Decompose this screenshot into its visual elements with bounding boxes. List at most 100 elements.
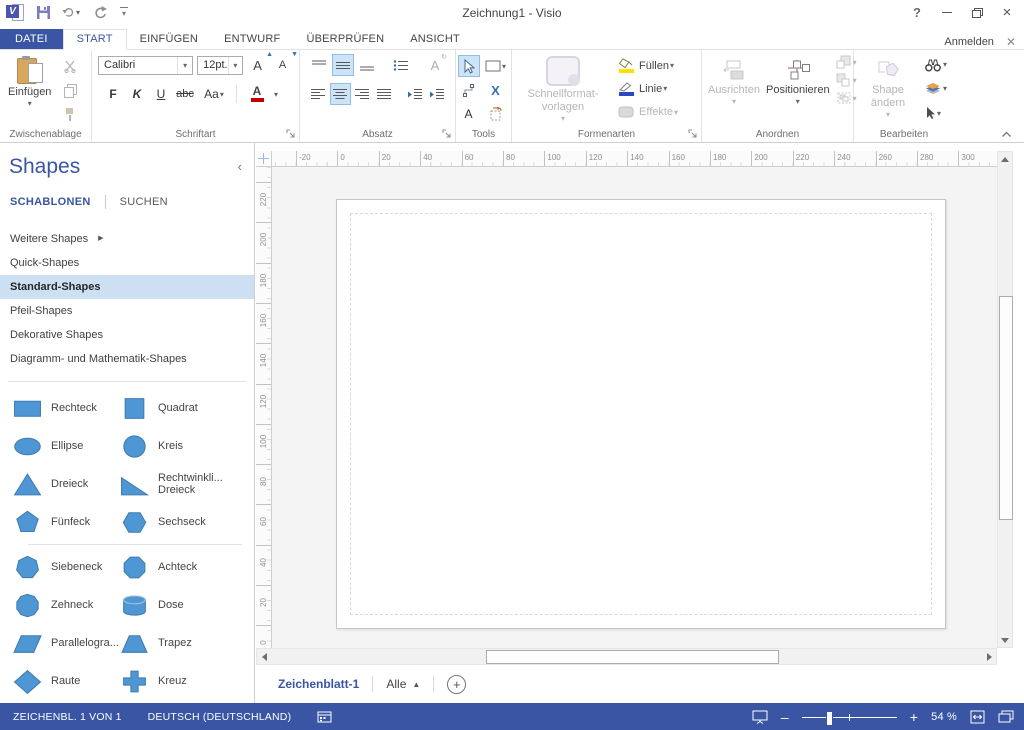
schriftart-dialog-launcher[interactable] [286, 129, 296, 139]
stencil-item[interactable]: Weitere Shapes▶ [0, 227, 254, 251]
zoom-slider[interactable] [802, 710, 897, 724]
layers-button[interactable]: ▾ [924, 78, 947, 99]
drawing-area[interactable] [272, 167, 997, 648]
text-tool-button[interactable]: A [458, 103, 480, 125]
align-shapes-button[interactable]: Ausrichten ▾ [708, 54, 760, 124]
horizontal-ruler[interactable]: -200204060801001201401601802002202402602… [272, 151, 997, 167]
shape-master-diamond[interactable]: Raute [0, 669, 120, 694]
find-button[interactable]: ▾ [924, 54, 947, 75]
format-painter-button[interactable] [59, 104, 81, 124]
switch-windows-button[interactable] [998, 710, 1014, 723]
font-color-arrow-icon[interactable]: ▾ [274, 90, 278, 99]
font-name-combo[interactable]: Calibri ▾ [98, 56, 193, 75]
shape-master-heptagon[interactable]: Siebeneck [0, 555, 120, 580]
horizontal-scrollbar[interactable] [256, 648, 997, 665]
shrink-font-button[interactable]: A▼ [272, 54, 293, 76]
select-button[interactable]: ▾ [924, 103, 947, 124]
change-case-button[interactable]: Aa▾ [198, 83, 230, 105]
paste-button[interactable]: Einfügen ▾ [8, 54, 51, 124]
stencil-item[interactable]: Pfeil-Shapes [0, 299, 254, 323]
shape-master-decagon[interactable]: Zehneck [0, 593, 120, 618]
underline-button[interactable]: U [150, 83, 172, 105]
italic-button[interactable]: K [126, 83, 148, 105]
font-size-combo[interactable]: 12pt. ▾ [197, 56, 243, 75]
collapse-ribbon-button[interactable] [1001, 131, 1012, 138]
shape-master-trapezoid[interactable]: Trapez [120, 631, 236, 656]
bold-button[interactable]: F [102, 83, 124, 105]
shape-master-cross[interactable]: Kreuz [120, 669, 236, 694]
stencil-item[interactable]: Dekorative Shapes [0, 323, 254, 347]
absatz-dialog-launcher[interactable] [442, 129, 452, 139]
new-page-button[interactable]: + [447, 675, 466, 694]
presentation-mode-button[interactable] [752, 710, 768, 724]
strikethrough-button[interactable]: abc [174, 83, 196, 105]
shape-master-octagon[interactable]: Achteck [120, 555, 236, 580]
shape-master-triangle[interactable]: Dreieck [0, 472, 120, 497]
page-filter-dropdown[interactable]: Alle ▲ [386, 677, 420, 691]
vertical-scrollbar[interactable] [997, 151, 1013, 648]
font-color-button[interactable]: A [243, 83, 271, 105]
tab-schablonen[interactable]: SCHABLONEN [10, 196, 91, 208]
copy-button[interactable] [59, 80, 81, 100]
align-right-button[interactable] [353, 83, 373, 105]
grow-font-button[interactable]: A▲ [247, 54, 268, 76]
stencil-item[interactable]: Diagramm- und Mathematik-Shapes [0, 347, 254, 371]
status-language[interactable]: DEUTSCH (DEUTSCHLAND) [135, 711, 305, 723]
close-button[interactable]: × [994, 2, 1020, 22]
shape-master-right-triangle[interactable]: Rechtwinkli... Dreieck [120, 472, 236, 497]
formenarten-dialog-launcher[interactable] [688, 129, 698, 139]
scroll-right-button[interactable] [982, 649, 996, 664]
text-rotate-button[interactable]: A↻ [424, 54, 446, 76]
tab-einfuegen[interactable]: EINFÜGEN [127, 30, 211, 49]
bullets-button[interactable] [390, 54, 412, 76]
zoom-level[interactable]: 54 % [931, 711, 957, 723]
minimize-button[interactable] [934, 2, 960, 22]
scroll-down-button[interactable] [998, 633, 1012, 647]
align-top-button[interactable] [308, 54, 330, 76]
shape-master-pentagon[interactable]: Fünfeck [0, 510, 120, 535]
font-name-dropdown-icon[interactable]: ▾ [177, 57, 192, 74]
align-middle-button[interactable] [332, 54, 354, 76]
justify-button[interactable] [375, 83, 395, 105]
align-bottom-button[interactable] [356, 54, 378, 76]
connector-tool-button[interactable] [458, 79, 480, 101]
increase-indent-button[interactable] [427, 83, 447, 105]
decrease-indent-button[interactable] [404, 83, 424, 105]
shape-master-cylinder[interactable]: Dose [120, 593, 236, 618]
align-left-button[interactable] [308, 83, 328, 105]
tab-start[interactable]: START [63, 29, 127, 50]
tab-suchen[interactable]: SUCHEN [120, 196, 168, 208]
quick-styles-button[interactable]: Schnellformat-vorlagen ▾ [522, 54, 604, 124]
vertical-ruler[interactable]: 220200180160140120100806040200 [256, 167, 272, 648]
fit-page-button[interactable] [970, 710, 985, 724]
shape-master-rectangle[interactable]: Rechteck [0, 396, 120, 421]
shape-master-square[interactable]: Quadrat [120, 396, 236, 421]
zoom-out-button[interactable]: – [781, 710, 789, 724]
tab-entwurf[interactable]: ENTWURF [211, 30, 293, 49]
tab-ueberpruefen[interactable]: ÜBERPRÜFEN [293, 30, 397, 49]
restore-button[interactable] [964, 2, 990, 22]
horizontal-scroll-thumb[interactable] [486, 650, 779, 664]
drawing-page[interactable] [336, 199, 946, 629]
cut-button[interactable] [59, 56, 81, 76]
connection-point-tool-button[interactable]: X [485, 79, 507, 101]
stencil-item[interactable]: Quick-Shapes [0, 251, 254, 275]
text-block-tool-button[interactable] [485, 103, 507, 125]
fill-button[interactable]: Füllen ▾ [618, 54, 678, 77]
line-button[interactable]: Linie ▾ [618, 77, 678, 100]
document-close-icon[interactable]: ✕ [1006, 35, 1016, 49]
shape-master-circle[interactable]: Kreis [120, 434, 236, 459]
zoom-slider-thumb[interactable] [826, 711, 833, 726]
vertical-scroll-thumb[interactable] [999, 296, 1013, 520]
macro-record-button[interactable] [304, 711, 345, 723]
align-center-button[interactable] [330, 83, 350, 105]
shape-master-hexagon[interactable]: Sechseck [120, 510, 236, 535]
rectangle-tool-arrow-icon[interactable]: ▾ [502, 62, 506, 71]
page-tab-zeichenblatt1[interactable]: Zeichenblatt-1 [278, 677, 359, 691]
rectangle-tool-button[interactable]: ▾ [485, 60, 506, 72]
scroll-left-button[interactable] [257, 649, 271, 664]
effects-button[interactable]: Effekte ▾ [618, 101, 678, 124]
help-button[interactable]: ? [904, 2, 930, 22]
shape-master-parallelogram[interactable]: Parallelogra... [0, 631, 120, 656]
shape-master-ellipse[interactable]: Ellipse [0, 434, 120, 459]
